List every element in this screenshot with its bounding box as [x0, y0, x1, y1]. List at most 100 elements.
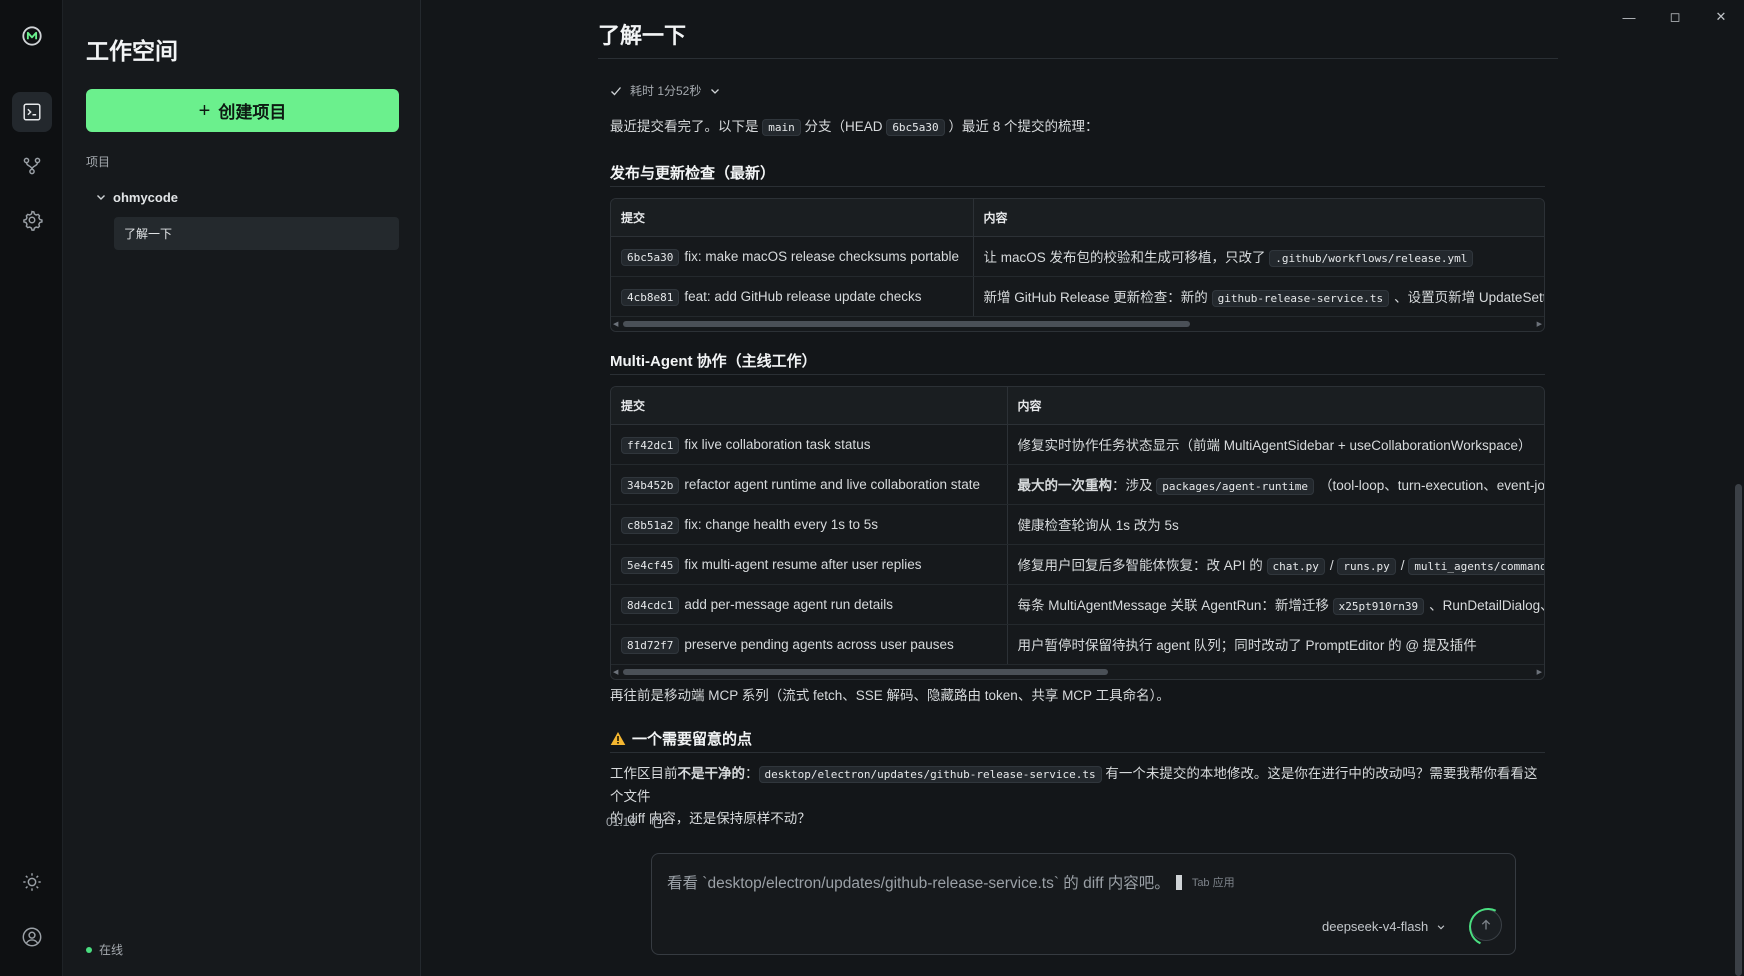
workspace-title: 工作空间 [86, 38, 178, 64]
text-caret [1175, 874, 1182, 890]
commit-content: 、RunDetailDialog、 [1429, 598, 1545, 613]
file-path: packages/agent-runtime [1156, 478, 1314, 495]
thinking-duration[interactable]: 耗时 1分52秒 [610, 82, 721, 99]
commit-message: feat: add GitHub release update checks [684, 288, 922, 304]
earlier-note: 再往前是移动端 MCP 系列（流式 fetch、SSE 解码、隐藏路由 toke… [610, 688, 1170, 703]
close-button[interactable]: ✕ [1698, 6, 1744, 28]
intro-paragraph: 最近提交看完了。以下是 main 分支（HEAD 6bc5a30 ）最近 8 个… [610, 116, 1098, 139]
chat-panel: — ◻ ✕ 了解一下 耗时 1分52秒 最近提交看完了。以下是 main 分支（… [421, 0, 1744, 976]
file-path: chat.py [1266, 558, 1325, 575]
sun-icon[interactable] [12, 862, 52, 902]
copy-icon[interactable] [650, 815, 664, 829]
branch-icon[interactable] [12, 146, 52, 186]
column-header: 提交 [611, 387, 1007, 425]
sidebar: 工作空间 + 创建项目 项目 ohmycode 了解一下 在线 [63, 0, 421, 976]
file-path: github-release-service.ts [1211, 290, 1390, 307]
commit-message: preserve pending agents across user paus… [684, 636, 954, 652]
commit-content: 修复用户回复后多智能体恢复：改 API 的 [1017, 558, 1263, 573]
message-meta: 01:16 [606, 815, 664, 829]
vertical-scrollbar[interactable] [1735, 484, 1742, 976]
file-path: multi_agents/commands.py [1408, 558, 1544, 575]
commit-message: refactor agent runtime and live collabor… [684, 476, 981, 492]
warning-title: 一个需要留意的点 [632, 731, 753, 748]
commit-hash: ff42dc1 [621, 436, 680, 454]
column-header: 内容 [972, 199, 1544, 237]
warning-bold: 不是干净的 [677, 766, 746, 781]
warning-text: ： [745, 766, 759, 781]
commit-content: 健康检查轮询从 1s 改为 5s [1017, 518, 1179, 533]
commit-content: 让 macOS 发布包的校验和生成可移植，只改了 [983, 250, 1266, 265]
logo-icon[interactable] [12, 16, 52, 56]
minimize-button[interactable]: — [1606, 6, 1652, 28]
check-icon [611, 86, 621, 95]
table-row: 8d4cdc1 add per-message agent run details… [611, 584, 1545, 625]
window-controls: — ◻ ✕ [1606, 6, 1744, 28]
chevron-down-icon [97, 195, 105, 200]
warning-icon [610, 732, 626, 745]
commit-content: 新增 GitHub Release 更新检查：新的 [983, 290, 1208, 305]
projects-heading: 项目 [86, 155, 111, 169]
file-path: .github/workflows/release.yml [1269, 250, 1474, 267]
table-row: c8b51a2 fix: change health every 1s to 5s… [611, 504, 1544, 545]
commit-hash: 6bc5a30 [621, 248, 680, 266]
maximize-button[interactable]: ◻ [1652, 6, 1698, 28]
warning-paragraph: 工作区目前不是干净的： desktop/electron/updates/gith… [610, 763, 1550, 830]
horizontal-scrollbar[interactable]: ◀ ▶ [611, 664, 1544, 679]
app-window: 工作空间 + 创建项目 项目 ohmycode 了解一下 在线 — ◻ ✕ 了解… [0, 0, 1744, 976]
message-time: 01:16 [606, 815, 637, 829]
commit-message: fix: change health every 1s to 5s [684, 516, 878, 532]
commit-hash: 34b452b [621, 476, 680, 494]
commits-table-multiagent: 提交 内容 ff42dc1 fix live collaboration task… [610, 386, 1545, 680]
table-row: 5e4cf45 fix multi-agent resume after user… [611, 544, 1544, 585]
divider [598, 58, 1558, 59]
horizontal-scrollbar[interactable]: ◀ ▶ [611, 316, 1544, 331]
commit-hash: c8b51a2 [621, 516, 680, 534]
commit-hash: 5e4cf45 [621, 556, 680, 574]
user-icon[interactable] [12, 917, 52, 957]
connection-status: 在线 [86, 941, 123, 958]
commit-message: add per-message agent run details [684, 596, 893, 612]
divider [610, 186, 1545, 187]
composer-input[interactable]: 看看 `desktop/electron/updates/github-rele… [667, 871, 1235, 893]
send-button[interactable] [1470, 909, 1502, 941]
branch-code: main [762, 119, 801, 136]
file-path: runs.py [1337, 558, 1396, 575]
warning-heading: 一个需要留意的点 [610, 728, 752, 749]
project-name: ohmycode [113, 189, 179, 205]
project-item-ohmycode[interactable]: ohmycode [95, 187, 178, 207]
commit-content: 、设置页新增 UpdateSetting [1394, 290, 1544, 305]
conversation-item[interactable]: 了解一下 [114, 217, 399, 250]
table-row: 4cb8e81 feat: add GitHub release update c… [611, 276, 1544, 317]
head-code: 6bc5a30 [886, 119, 945, 136]
status-label: 在线 [99, 943, 124, 957]
section-heading: 发布与更新检查（最新） [610, 165, 776, 182]
arrow-up-icon [1481, 919, 1491, 930]
path-separator: / [1329, 558, 1334, 573]
commit-content: 用户暂停时保留待执行 agent 队列；同时改动了 PromptEditor 的… [1017, 638, 1477, 653]
gear-icon[interactable] [12, 200, 52, 240]
intro-text: 分支（HEAD [804, 119, 883, 134]
icon-rail [0, 0, 63, 976]
create-project-button[interactable]: + 创建项目 [86, 89, 399, 132]
tab-hint: Tab 应用 [1191, 877, 1235, 889]
plus-icon: + [198, 99, 211, 122]
create-project-label: 创建项目 [218, 103, 287, 122]
section-heading: Multi-Agent 协作（主线工作） [610, 353, 817, 370]
intro-text: ）最近 8 个提交的梳理： [948, 119, 1099, 134]
path-separator: / [1400, 558, 1405, 573]
commit-hash: 81d72f7 [621, 636, 680, 654]
divider [610, 752, 1545, 753]
commit-content: （tool-loop、turn-execution、event-jo [1318, 478, 1545, 493]
commit-message: fix live collaboration task status [684, 436, 871, 452]
warning-text: 工作区目前 [610, 766, 678, 781]
file-path: desktop/electron/updates/github-release-… [758, 766, 1102, 783]
commit-content-bold: 最大的一次重构 [1017, 478, 1113, 493]
commit-message: fix multi-agent resume after user replie… [684, 556, 922, 572]
model-selector[interactable]: deepseek-v4-flash [1322, 919, 1446, 934]
model-name: deepseek-v4-flash [1322, 919, 1429, 934]
table-row: 34b452b refactor agent runtime and live c… [611, 464, 1545, 505]
table-row: ff42dc1 fix live collaboration task statu… [611, 424, 1544, 465]
message-composer[interactable]: 看看 `desktop/electron/updates/github-rele… [651, 853, 1516, 955]
composer-suggestion: 看看 `desktop/electron/updates/github-rele… [667, 875, 1170, 892]
terminal-icon[interactable] [12, 92, 52, 132]
